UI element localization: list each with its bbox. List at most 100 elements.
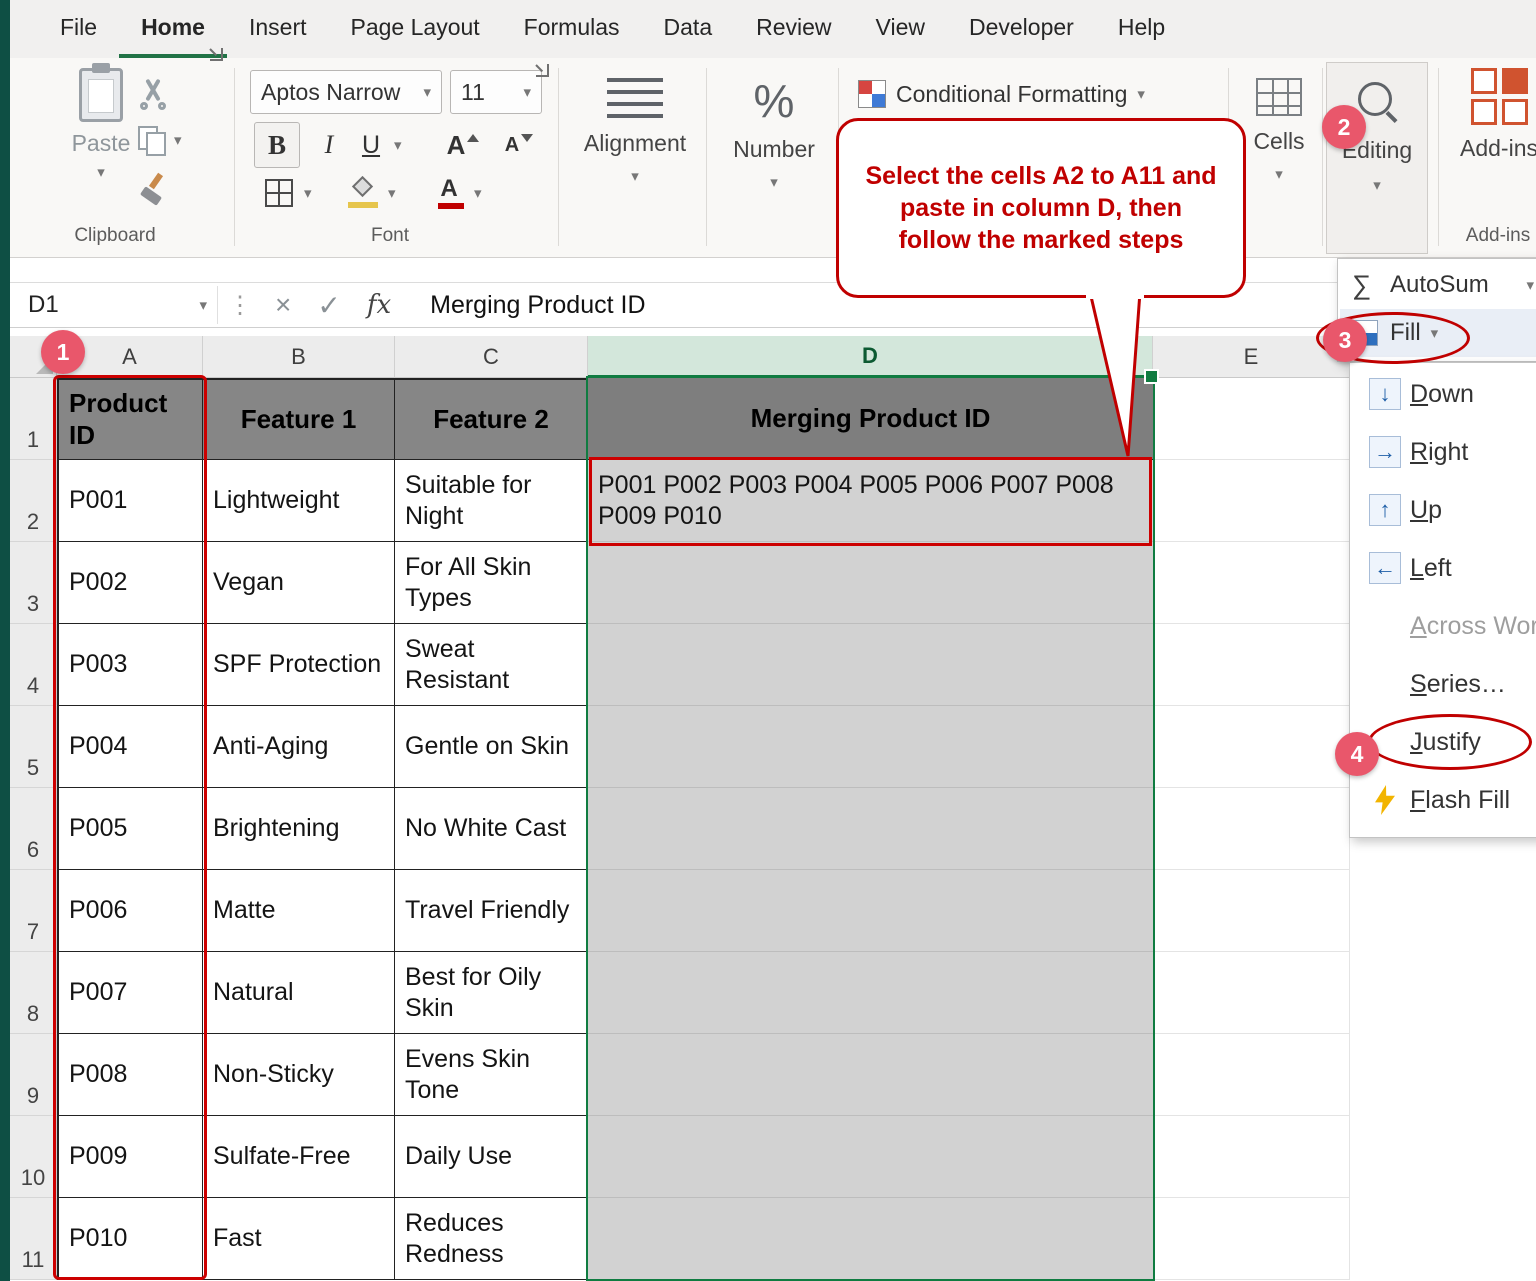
- cell-c7[interactable]: Travel Friendly: [395, 870, 588, 952]
- fill-color-button[interactable]: [340, 170, 386, 216]
- cell-e10[interactable]: [1153, 1116, 1350, 1198]
- menu-tab-formulas[interactable]: Formulas: [502, 0, 642, 58]
- cell-d8[interactable]: [588, 952, 1153, 1034]
- increase-font-button[interactable]: A: [440, 122, 486, 168]
- formula-input[interactable]: Merging Product ID: [404, 291, 645, 320]
- cell-a5[interactable]: P004: [57, 706, 203, 788]
- cut-button[interactable]: [138, 78, 168, 108]
- fill-color-chevron-icon[interactable]: ▾: [388, 186, 396, 201]
- cell-e1[interactable]: [1153, 378, 1350, 460]
- row-header-9[interactable]: 9: [10, 1034, 57, 1116]
- font-name-select[interactable]: Aptos Narrow ▾: [250, 70, 442, 114]
- alignment-group-button[interactable]: Alignment ▾: [570, 78, 700, 184]
- header-cell-c1[interactable]: Feature 2: [395, 378, 588, 460]
- header-cell-b1[interactable]: Feature 1: [203, 378, 395, 460]
- cell-e4[interactable]: [1153, 624, 1350, 706]
- cell-a10[interactable]: P009: [57, 1116, 203, 1198]
- header-cell-d1[interactable]: Merging Product ID: [588, 378, 1153, 460]
- number-group-button[interactable]: % Number ▾: [714, 78, 834, 190]
- header-cell-a1[interactable]: Product ID: [57, 378, 203, 460]
- cell-d10[interactable]: [588, 1116, 1153, 1198]
- cell-b9[interactable]: Non-Sticky: [203, 1034, 395, 1116]
- cell-a7[interactable]: P006: [57, 870, 203, 952]
- row-header-7[interactable]: 7: [10, 870, 57, 952]
- menu-tab-data[interactable]: Data: [642, 0, 735, 58]
- cell-c3[interactable]: For All Skin Types: [395, 542, 588, 624]
- cell-c10[interactable]: Daily Use: [395, 1116, 588, 1198]
- formula-bar-grip[interactable]: ⋮: [218, 291, 262, 320]
- cell-e6[interactable]: [1153, 788, 1350, 870]
- enter-icon[interactable]: ✓: [304, 289, 353, 322]
- format-painter-button[interactable]: [138, 174, 168, 204]
- addins-button[interactable]: Add-ins: [1452, 68, 1536, 162]
- font-dialog-launcher[interactable]: [534, 62, 550, 78]
- cell-d3[interactable]: [588, 542, 1153, 624]
- cell-a8[interactable]: P007: [57, 952, 203, 1034]
- cell-c11[interactable]: Reduces Redness: [395, 1198, 588, 1280]
- column-header-b[interactable]: B: [203, 336, 395, 378]
- fill-menu-item-left[interactable]: ←Left: [1350, 539, 1536, 597]
- cell-a2[interactable]: P001: [57, 460, 203, 542]
- cancel-icon[interactable]: ×: [262, 289, 304, 321]
- fill-menu-item-right[interactable]: →Right: [1350, 423, 1536, 481]
- name-box[interactable]: D1 ▾: [18, 286, 218, 324]
- cell-a3[interactable]: P002: [57, 542, 203, 624]
- menu-tab-file[interactable]: File: [38, 0, 119, 58]
- cell-b10[interactable]: Sulfate-Free: [203, 1116, 395, 1198]
- borders-button[interactable]: [256, 170, 302, 216]
- row-header-4[interactable]: 4: [10, 624, 57, 706]
- row-header-5[interactable]: 5: [10, 706, 57, 788]
- italic-button[interactable]: I: [306, 122, 352, 168]
- paste-button[interactable]: Paste ▾: [55, 68, 147, 180]
- decrease-font-button[interactable]: A: [496, 122, 542, 168]
- fill-menu-button[interactable]: Fill ▾: [1340, 309, 1536, 357]
- font-color-chevron-icon[interactable]: ▾: [474, 186, 482, 201]
- clipboard-dialog-launcher[interactable]: [208, 46, 224, 62]
- menu-tab-page-layout[interactable]: Page Layout: [329, 0, 502, 58]
- underline-button[interactable]: U: [348, 122, 394, 168]
- row-header-2[interactable]: 2: [10, 460, 57, 542]
- cell-a4[interactable]: P003: [57, 624, 203, 706]
- fill-menu-item-flash-fill[interactable]: Flash Fill: [1350, 771, 1536, 829]
- cell-b5[interactable]: Anti-Aging: [203, 706, 395, 788]
- cell-e2[interactable]: [1153, 460, 1350, 542]
- cell-a9[interactable]: P008: [57, 1034, 203, 1116]
- cell-d7[interactable]: [588, 870, 1153, 952]
- column-header-d[interactable]: D: [588, 336, 1153, 378]
- row-header-8[interactable]: 8: [10, 952, 57, 1034]
- cell-e7[interactable]: [1153, 870, 1350, 952]
- cell-d4[interactable]: [588, 624, 1153, 706]
- underline-chevron-icon[interactable]: ▾: [394, 138, 402, 153]
- column-header-c[interactable]: C: [395, 336, 588, 378]
- cell-c6[interactable]: No White Cast: [395, 788, 588, 870]
- cell-e11[interactable]: [1153, 1198, 1350, 1280]
- cell-b4[interactable]: SPF Protection: [203, 624, 395, 706]
- cell-d9[interactable]: [588, 1034, 1153, 1116]
- insert-function-icon[interactable]: fx: [354, 290, 404, 320]
- cell-e8[interactable]: [1153, 952, 1350, 1034]
- menu-tab-insert[interactable]: Insert: [227, 0, 329, 58]
- cell-c2[interactable]: Suitable for Night: [395, 460, 588, 542]
- cell-c5[interactable]: Gentle on Skin: [395, 706, 588, 788]
- cell-e5[interactable]: [1153, 706, 1350, 788]
- cell-c4[interactable]: Sweat Resistant: [395, 624, 588, 706]
- row-header-3[interactable]: 3: [10, 542, 57, 624]
- fill-menu-item-series[interactable]: Series…: [1350, 655, 1536, 713]
- fill-menu-item-justify[interactable]: Justify: [1350, 713, 1536, 771]
- cell-d5[interactable]: [588, 706, 1153, 788]
- cell-b2[interactable]: Lightweight: [203, 460, 395, 542]
- menu-tab-view[interactable]: View: [854, 0, 947, 58]
- borders-chevron-icon[interactable]: ▾: [304, 186, 312, 201]
- menu-tab-review[interactable]: Review: [734, 0, 853, 58]
- row-header-6[interactable]: 6: [10, 788, 57, 870]
- cell-c9[interactable]: Evens Skin Tone: [395, 1034, 588, 1116]
- conditional-formatting-button[interactable]: Conditional Formatting ▾: [858, 80, 1145, 108]
- cell-b11[interactable]: Fast: [203, 1198, 395, 1280]
- cells-group-button[interactable]: Cells ▾: [1234, 78, 1324, 182]
- cell-e9[interactable]: [1153, 1034, 1350, 1116]
- cell-a11[interactable]: P010: [57, 1198, 203, 1280]
- font-size-select[interactable]: 11 ▾: [450, 70, 542, 114]
- row-header-11[interactable]: 11: [10, 1198, 57, 1280]
- editing-group-button[interactable]: Editing ▾: [1326, 62, 1428, 254]
- menu-tab-help[interactable]: Help: [1096, 0, 1187, 58]
